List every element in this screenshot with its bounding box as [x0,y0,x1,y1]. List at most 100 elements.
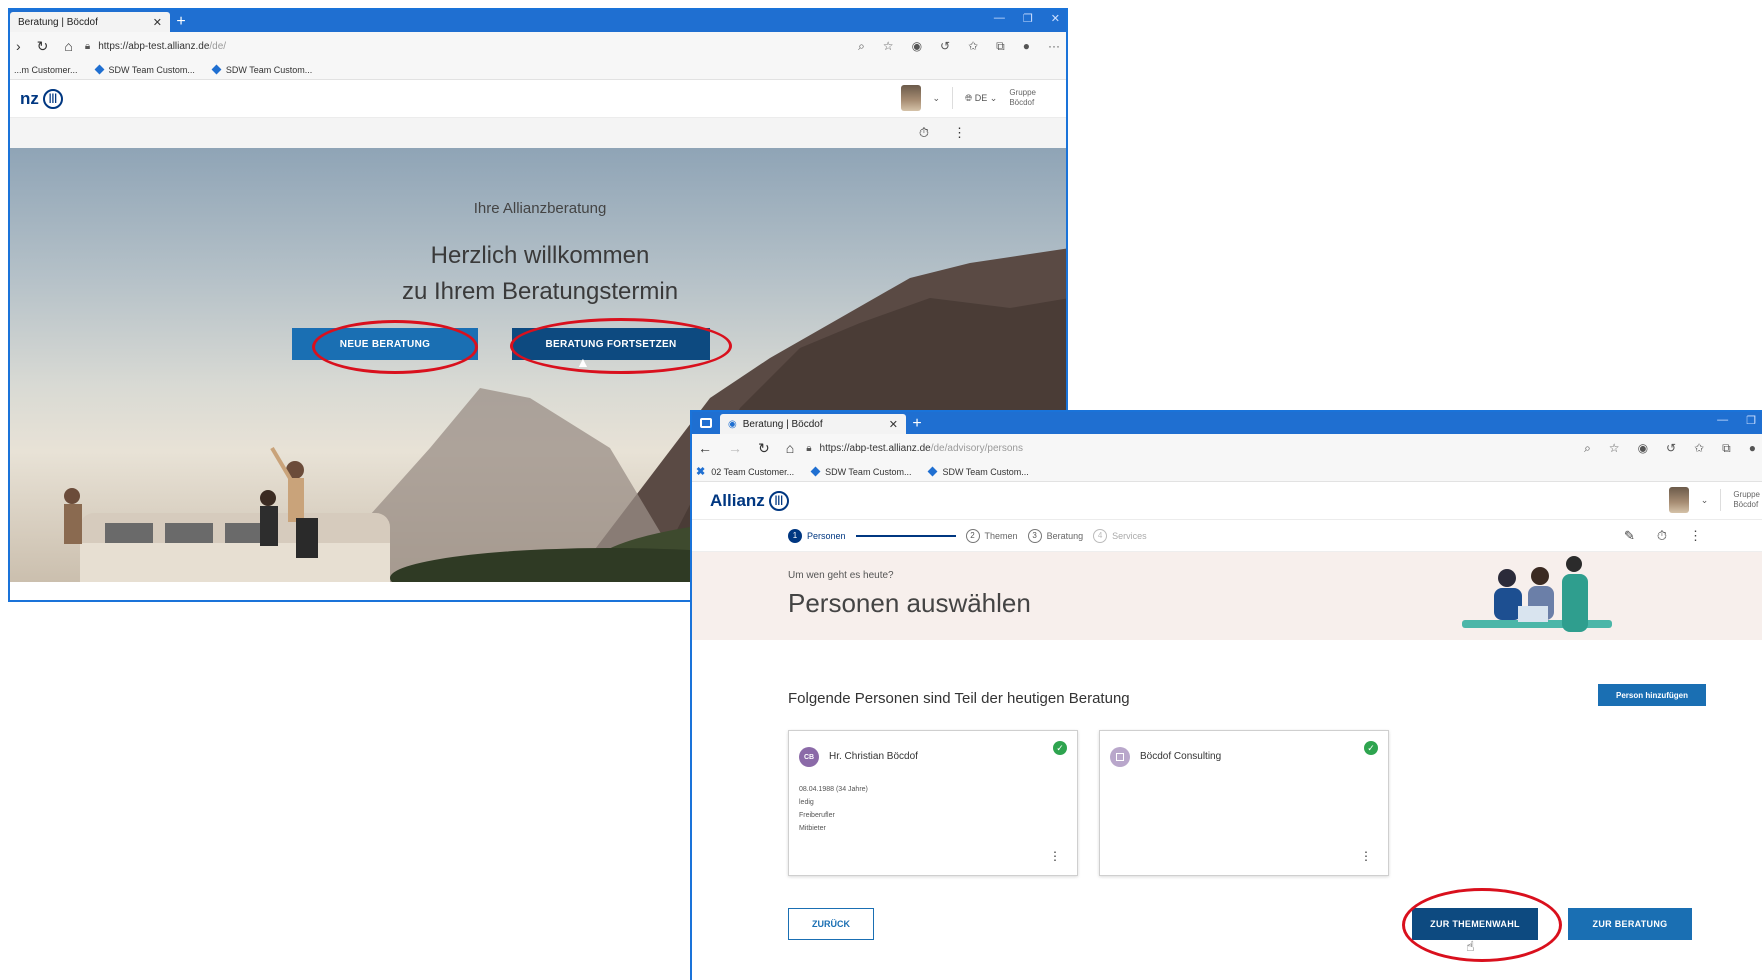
screenshot-stage: Beratung | Böcdof ✕ + — ❐ ✕ › ↻ ⌂ 🔒︎ htt… [0,0,1762,980]
company-card[interactable]: Böcdof Consulting ✓ ⋮ [1099,730,1389,876]
hero-kicker: Ihre Allianzberatung [473,200,607,217]
step-persons[interactable]: 1 Personen [788,528,846,543]
reload-icon[interactable]: ↻ [37,38,49,55]
zoom-icon[interactable]: ⌕ [858,39,865,54]
kebab-menu-icon[interactable]: ⋮ [953,125,966,141]
allianz-logo[interactable]: nz ||| [20,88,63,109]
card-menu-icon[interactable]: ⋮ [1360,849,1372,863]
collections-icon[interactable]: ⧉ [996,39,1005,54]
allianz-logo[interactable]: Allianz ||| [710,490,789,511]
zoom-icon[interactable]: ⌕ [1584,441,1591,456]
group-label: Gruppe Böcdof [1733,490,1760,509]
step-progress-line [855,534,956,537]
person-name: Hr. Christian Böcdof [829,751,918,762]
url-field[interactable]: 🔒︎ https://abp-test.allianz.de/de/adviso… [806,443,1572,454]
browser-tab[interactable]: Beratung | Böcdof ✕ [10,12,170,32]
browser-window-persons: ◉ Beratung | Böcdof ✕ + — ❐ ← → ↻ ⌂ 🔒︎ h… [690,410,1762,980]
favorites-icon[interactable]: ✩ [968,39,978,54]
banner-kicker: Um wen geht es heute? [788,570,894,581]
avatar[interactable] [900,85,921,111]
lock-icon: 🔒︎ [84,40,91,52]
timer-icon[interactable]: ⏱︎ [919,125,929,141]
home-icon[interactable]: ⌂ [64,38,72,55]
bookmark-item[interactable]: SDW Team Custom... [810,466,911,477]
window-controls: — ❐ ✕ [994,12,1060,25]
bookmark-item[interactable]: ✖ 02 Team Customer... [696,465,794,478]
person-details: 08.04.1988 (34 Jahre) ledig Freiberufler… [799,786,868,832]
refresh-ext-icon[interactable]: ↺ [1666,441,1676,456]
extension-icon[interactable]: ◉ [912,39,922,54]
add-person-button[interactable]: Person hinzufügen [1598,684,1706,706]
bookmark-icon [94,64,104,75]
minimize-icon[interactable]: — [994,12,1005,25]
step-advisory[interactable]: 3 Beratung [1027,528,1083,543]
to-advisory-button[interactable]: ZUR BERATUNG [1568,908,1692,940]
section-title: Folgende Personen sind Teil der heutigen… [788,690,1130,707]
step-topics[interactable]: 2 Themen [965,528,1018,543]
chevron-down-icon[interactable]: ⌄ [1701,495,1709,506]
close-window-icon[interactable]: ✕ [1051,12,1060,25]
browser-tab[interactable]: ◉ Beratung | Böcdof ✕ [720,414,906,434]
maximize-icon[interactable]: ❐ [1746,414,1756,427]
collections-icon[interactable]: ⧉ [1722,441,1731,456]
favorite-add-icon[interactable]: ☆ [883,39,894,54]
edit-icon[interactable]: ✎ [1624,528,1635,544]
mouse-cursor-icon: ▲ [576,354,590,370]
page-title: Personen auswählen [788,588,1031,618]
bookmarks-bar: ...m Customer... SDW Team Custom... SDW … [10,60,1066,80]
bookmark-item[interactable]: ...m Customer... [14,65,78,75]
minimize-icon[interactable]: — [1717,414,1728,427]
profile-icon[interactable]: ● [1023,39,1030,54]
bookmark-item[interactable]: SDW Team Custom... [928,467,1029,477]
forward-icon[interactable]: › [16,38,21,55]
back-button[interactable]: ZURÜCK [788,908,874,940]
more-icon[interactable]: ··· [1048,39,1060,54]
check-icon: ✓ [1053,741,1067,755]
address-bar: › ↻ ⌂ 🔒︎ https://abp-test.allianz.de/de/… [10,32,1066,60]
title-bar: ◉ Beratung | Böcdof ✕ + — ❐ [692,412,1762,434]
lock-icon: 🔒︎ [806,442,812,454]
chevron-down-icon[interactable]: ⌄ [933,93,941,104]
language-selector[interactable]: 🌐︎ DE ⌄ [965,93,997,104]
hero-title: Herzlich willkommen zu Ihrem Beratungste… [401,242,679,305]
back-icon[interactable]: ← [698,440,712,457]
bookmark-icon [810,466,821,477]
step-services[interactable]: 4 Services [1093,528,1147,543]
tab-title: Beratung | Böcdof [18,16,98,28]
allianz-eagle-icon: ||| [768,490,789,511]
person-card[interactable]: CB Hr. Christian Böcdof ✓ 08.04.1988 (34… [788,730,1078,876]
annotation-ring [1402,888,1562,962]
url-host: https://abp-test.allianz.de [98,40,210,52]
card-menu-icon[interactable]: ⋮ [1049,849,1061,863]
bookmarks-bar: ✖ 02 Team Customer... SDW Team Custom... … [692,462,1762,482]
reload-icon[interactable]: ↻ [758,440,770,457]
tab-title: Beratung | Böcdof [742,418,823,430]
address-bar: ← → ↻ ⌂ 🔒︎ https://abp-test.allianz.de/d… [692,434,1762,462]
new-tab-icon[interactable]: + [170,12,192,32]
bookmark-item[interactable]: SDW Team Custom... [211,65,312,75]
tab-favicon-icon: ◉ [728,418,737,430]
profile-icon[interactable]: ● [1749,441,1756,456]
favorite-add-icon[interactable]: ☆ [1609,441,1620,456]
avatar[interactable] [1668,487,1689,513]
close-tab-icon[interactable]: ✕ [153,16,162,29]
progress-stepper: 1 Personen 2 Themen 3 Beratung 4 Services ✎ … [692,520,1762,552]
forward-icon[interactable]: → [728,440,742,457]
kebab-menu-icon[interactable]: ⋮ [1689,528,1702,544]
refresh-ext-icon[interactable]: ↺ [940,39,950,54]
close-tab-icon[interactable]: ✕ [889,418,898,431]
toolbar: ⏱︎ ⋮ [10,118,1066,148]
check-icon: ✓ [1364,741,1378,755]
extension-icon[interactable]: ◉ [1638,441,1648,456]
bookmark-item[interactable]: SDW Team Custom... [94,64,195,75]
timer-icon[interactable]: ⏱︎ [1657,528,1667,544]
url-path: /de/ [209,40,227,52]
favorites-icon[interactable]: ✩ [1694,441,1704,456]
allianz-eagle-icon: ||| [42,88,63,109]
home-icon[interactable]: ⌂ [786,440,794,457]
person-initials-avatar: CB [799,747,819,767]
url-field[interactable]: 🔒︎ https://abp-test.allianz.de/de/ [85,41,846,52]
sidebar-toggle-icon[interactable] [692,412,720,434]
maximize-icon[interactable]: ❐ [1023,12,1033,25]
new-tab-icon[interactable]: + [906,414,928,434]
